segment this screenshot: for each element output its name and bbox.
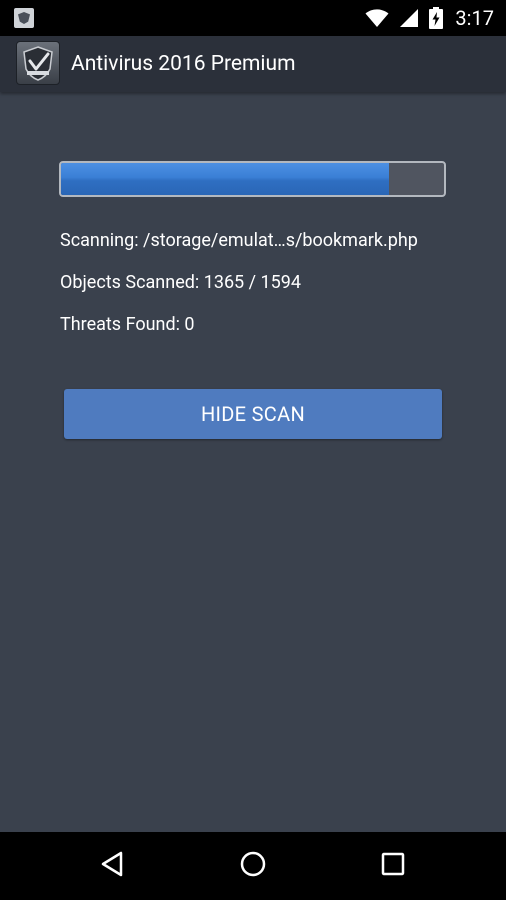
back-button[interactable] — [82, 832, 142, 900]
scanning-file-text: Scanning: /storage/emulat…s/bookmark.php — [60, 230, 418, 251]
scan-progress-bar — [59, 161, 446, 197]
app-title: Antivirus 2016 Premium — [71, 52, 296, 76]
back-icon — [99, 850, 125, 882]
hide-scan-button[interactable]: HIDE SCAN — [64, 389, 442, 439]
wifi-icon — [365, 8, 389, 28]
home-button[interactable] — [223, 832, 283, 900]
navigation-bar — [0, 832, 506, 900]
recents-button[interactable] — [363, 832, 423, 900]
battery-charging-icon — [429, 7, 444, 29]
status-bar: 3:17 — [0, 0, 506, 36]
threats-found-text: Threats Found: 0 — [60, 314, 195, 335]
shield-logo-icon — [16, 41, 60, 85]
recents-icon — [381, 852, 405, 880]
status-time: 3:17 — [455, 6, 494, 30]
home-icon — [239, 850, 267, 882]
status-indicators: 3:17 — [365, 0, 494, 36]
objects-scanned-text: Objects Scanned: 1365 / 1594 — [60, 272, 301, 293]
app-notification-icon — [14, 8, 34, 28]
app-bar: Antivirus 2016 Premium — [0, 36, 506, 92]
scan-progress-fill — [61, 163, 389, 195]
signal-icon — [399, 8, 419, 28]
